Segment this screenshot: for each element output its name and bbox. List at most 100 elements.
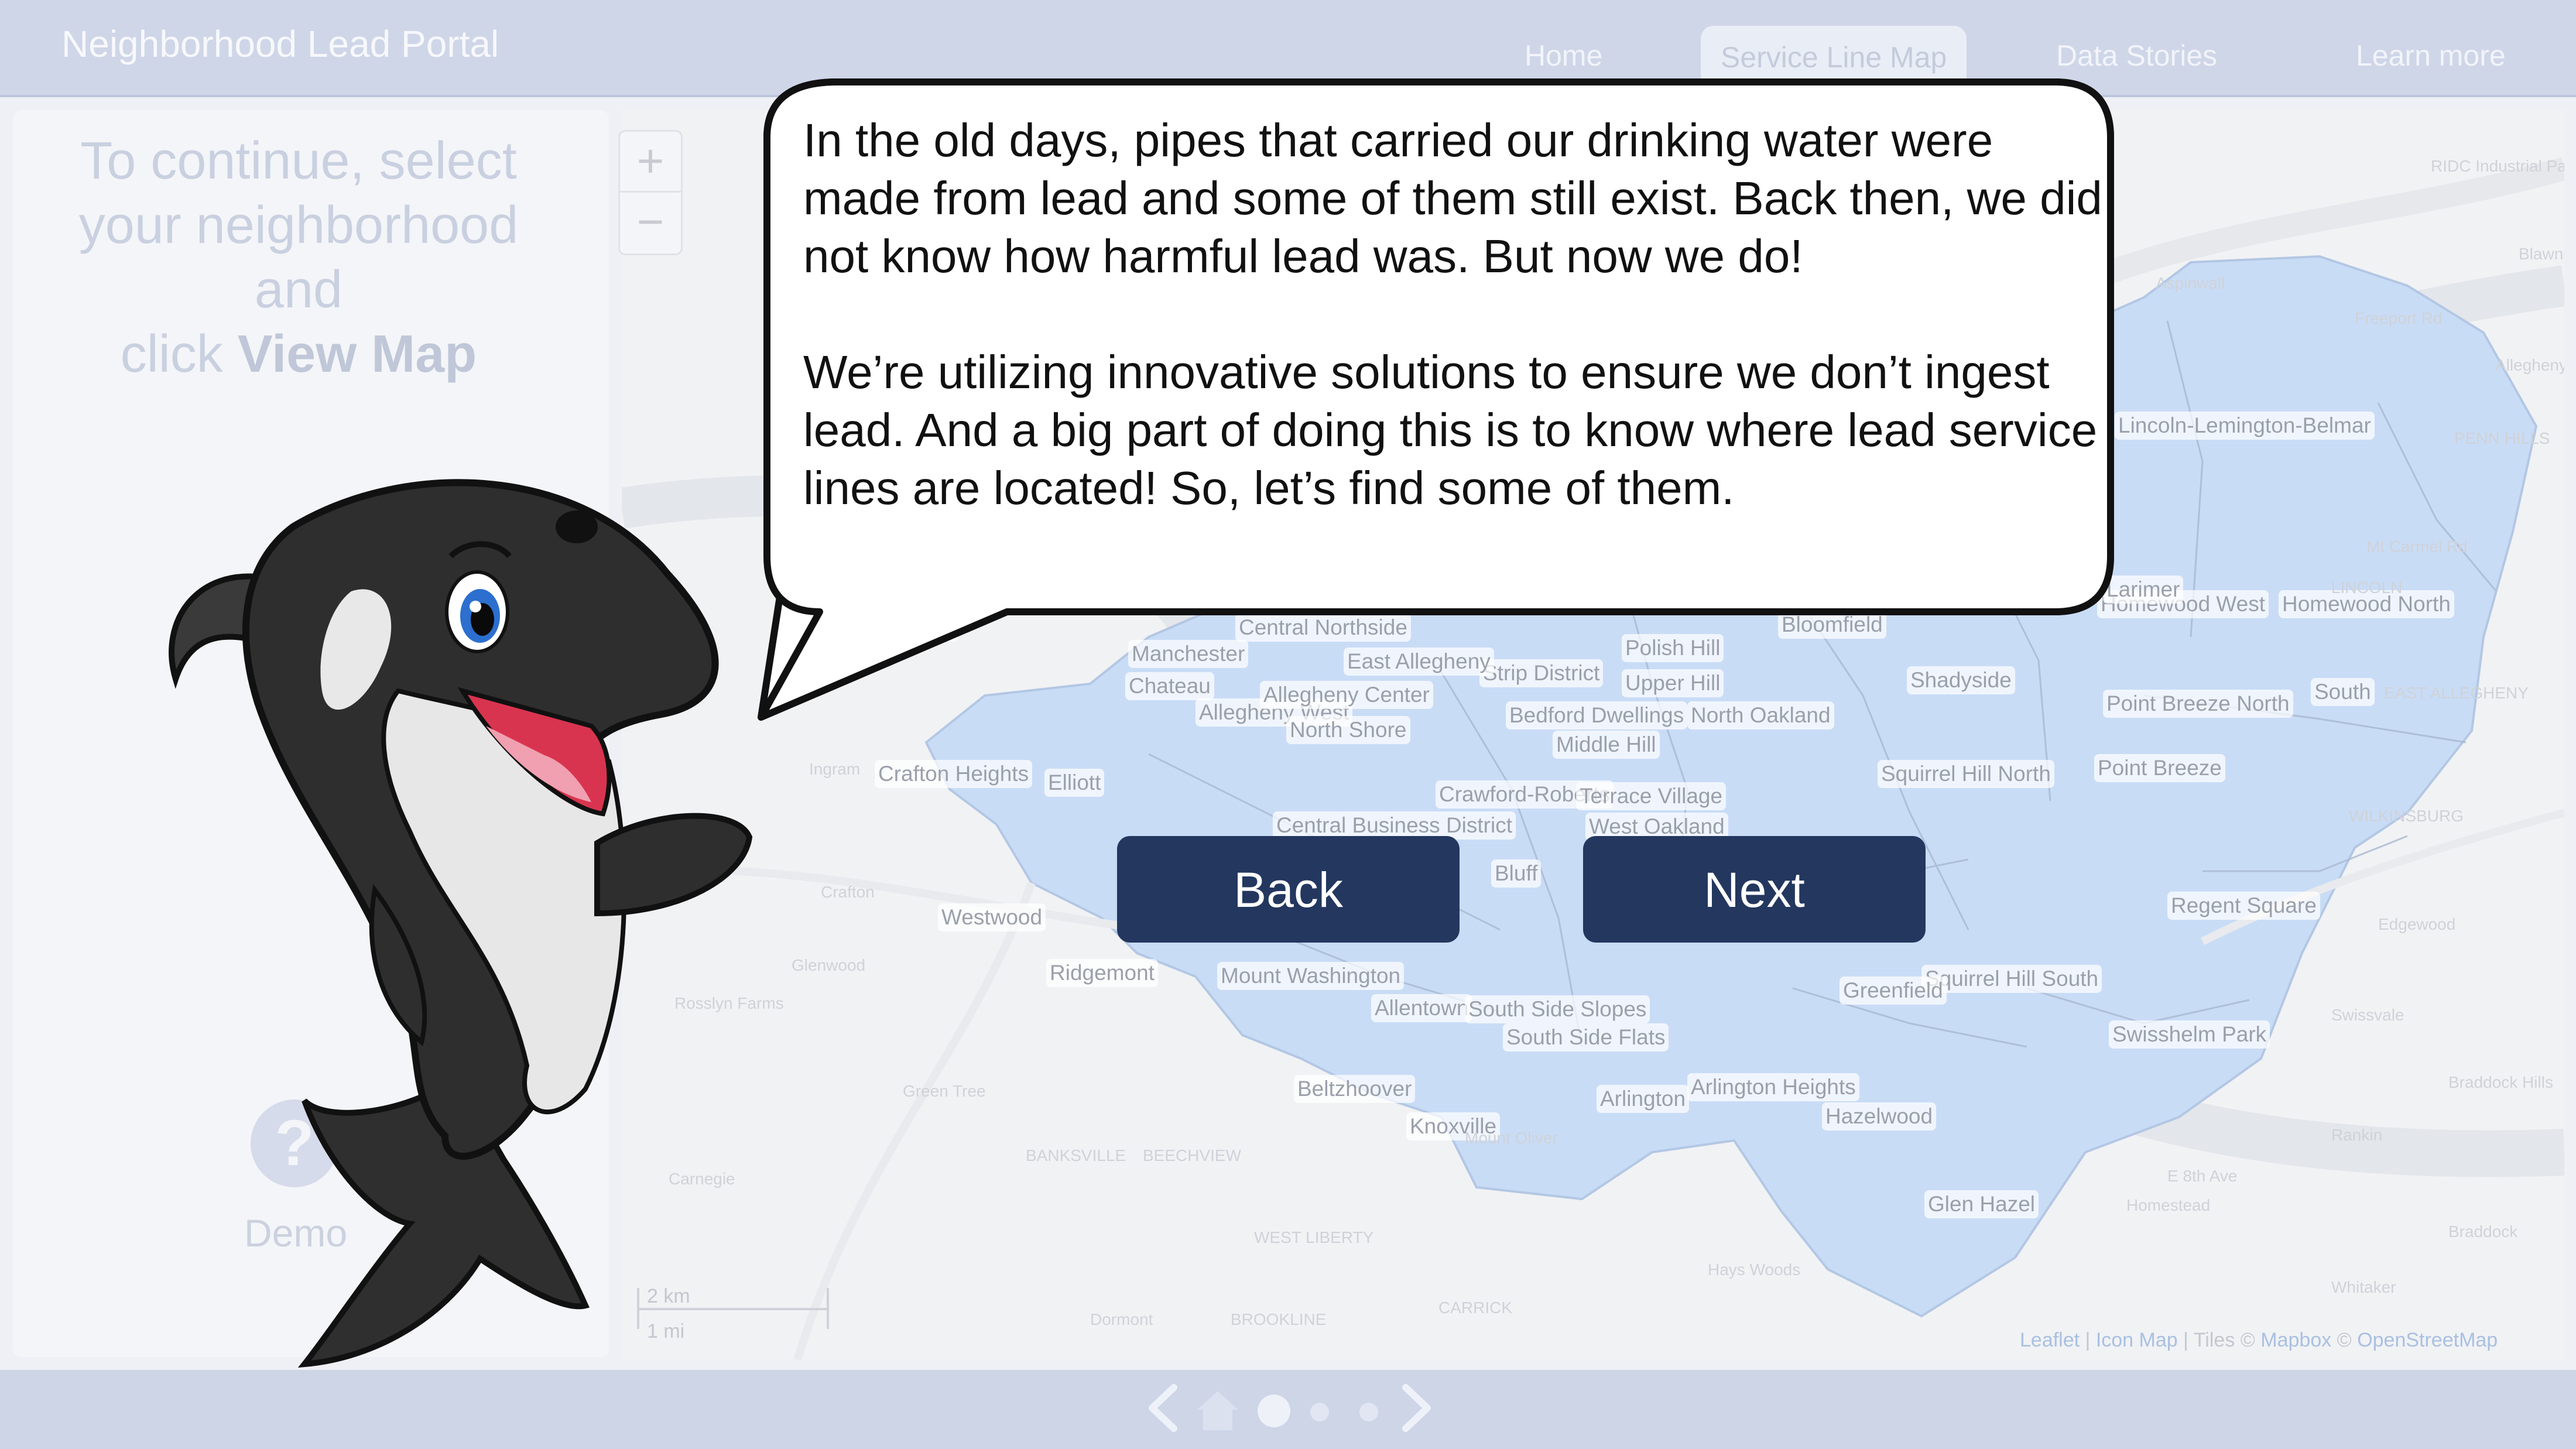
place-label: Blawnox <box>2519 245 2564 263</box>
attribution-copyright: © <box>2331 1329 2358 1351</box>
nav-home[interactable]: Home <box>1505 26 1622 85</box>
neighborhood-label[interactable]: Strip District <box>1479 659 1604 687</box>
place-label: Homestead <box>2126 1196 2211 1214</box>
dialog-paragraph-1: In the old days, pipes that carried our … <box>803 114 2102 282</box>
neighborhood-label[interactable]: Central Business District <box>1273 811 1516 840</box>
instruction-click-text: click <box>120 325 238 383</box>
zoom-in-button[interactable]: + <box>618 130 683 194</box>
place-label: Mt Carmel Rd <box>2366 537 2468 556</box>
pagination-dot-active[interactable] <box>1258 1395 1290 1427</box>
neighborhood-label[interactable]: Allentown <box>1371 994 1472 1022</box>
place-label: Crafton <box>821 883 875 901</box>
neighborhood-label[interactable]: Greenfield <box>1839 977 1947 1005</box>
place-label: PENN HILLS <box>2454 429 2550 447</box>
dialog-paragraph-2: We’re utilizing innovative solutions to … <box>803 346 2098 514</box>
place-label: Dormont <box>1090 1310 1153 1328</box>
place-label: BEECHVIEW <box>1143 1146 1242 1164</box>
place-label: EAST ALLEGHENY <box>2384 684 2529 702</box>
neighborhood-label[interactable]: Squirrel Hill South <box>1921 965 2102 993</box>
neighborhood-label[interactable]: Bedford Dwellings <box>1506 701 1688 729</box>
home-icon[interactable] <box>1191 1386 1244 1433</box>
view-map-emphasis: View Map <box>237 325 477 383</box>
neighborhood-label[interactable]: Terrace Village <box>1576 782 1727 810</box>
neighborhood-label[interactable]: Manchester <box>1128 640 1249 668</box>
neighborhood-label[interactable]: North Oakland <box>1687 701 1834 729</box>
neighborhood-label[interactable]: Middle Hill <box>1553 731 1660 759</box>
chevron-right-icon[interactable] <box>1397 1382 1438 1434</box>
next-button[interactable]: Next <box>1583 836 1926 943</box>
demo-label[interactable]: Demo <box>222 1211 369 1255</box>
neighborhood-label[interactable]: Point Breeze North <box>2103 690 2293 718</box>
place-label: RIDC Industrial Park <box>2431 157 2564 175</box>
neighborhood-label[interactable]: Esplen <box>885 614 959 642</box>
openstreetmap-link[interactable]: OpenStreetMap <box>2357 1329 2498 1351</box>
scale-km-label: 2 km <box>647 1285 690 1307</box>
place-label: Rosslyn Farms <box>674 994 784 1012</box>
neighborhood-label[interactable]: Arlington Heights <box>1687 1073 1859 1101</box>
instruction-line: your neighborhood <box>78 196 519 255</box>
scale-mi-label: 1 mi <box>647 1320 685 1342</box>
instruction-line: and <box>254 261 343 319</box>
help-question-icon[interactable]: ? <box>251 1099 338 1187</box>
neighborhood-label[interactable]: Squirrel Hill North <box>1878 760 2054 788</box>
attribution-tiles: | Tiles © <box>2177 1329 2261 1351</box>
neighborhood-label[interactable]: Swisshelm Park <box>2109 1020 2270 1049</box>
iconmap-link[interactable]: Icon Map <box>2096 1329 2178 1351</box>
mapbox-link[interactable]: Mapbox <box>2260 1329 2331 1351</box>
place-label: Aspinwall <box>2156 274 2225 292</box>
back-button[interactable]: Back <box>1117 836 1460 943</box>
neighborhood-label[interactable]: Lincoln-Lemington-Belmar <box>2115 412 2375 440</box>
instruction-line: To continue, select <box>80 132 517 190</box>
neighborhood-label[interactable]: Crafton Heights <box>875 760 1033 788</box>
neighborhood-label[interactable]: East Allegheny <box>1344 648 1494 676</box>
sidebar-instructions: To continue, select your neighborhood an… <box>35 129 562 386</box>
neighborhood-label[interactable]: Elliott <box>1044 769 1105 797</box>
place-label: Carnegie <box>669 1170 735 1188</box>
neighborhood-label[interactable]: Bluff <box>1491 859 1542 888</box>
place-label: BANKSVILLE <box>1026 1146 1126 1164</box>
nav-service-line-map[interactable]: Service Line Map <box>1701 26 1967 95</box>
place-label: Whitaker <box>2331 1278 2396 1296</box>
neighborhood-label[interactable]: North Shore <box>1286 716 1410 744</box>
neighborhood-label[interactable]: Point Breeze <box>2094 754 2225 782</box>
pagination-dot[interactable] <box>1359 1403 1378 1421</box>
neighborhood-label[interactable]: Arlington <box>1597 1085 1690 1113</box>
neighborhood-label[interactable]: South Side Flats <box>1503 1023 1669 1051</box>
place-label: Glenwood <box>792 956 866 974</box>
neighborhood-label[interactable]: Polish Hill <box>1622 634 1724 662</box>
neighborhood-label[interactable]: Glen Hazel <box>1924 1190 2039 1218</box>
app-frame: Neighborhood Lead Portal Home Service Li… <box>0 0 2576 1449</box>
neighborhood-label[interactable]: South Side Slopes <box>1465 995 1650 1023</box>
neighborhood-label[interactable]: Chateau <box>1125 672 1214 700</box>
neighborhood-label[interactable]: Shadyside <box>1907 666 2015 694</box>
neighborhood-label[interactable]: Upper Hill <box>1622 669 1724 697</box>
map-attribution: Leaflet | Icon Map | Tiles © Mapbox © Op… <box>2020 1329 2498 1352</box>
place-label: Ingram <box>809 760 861 778</box>
neighborhood-label[interactable]: Hazelwood <box>1822 1102 1937 1131</box>
pagination-dot[interactable] <box>1310 1403 1329 1421</box>
neighborhood-label[interactable]: Beltzhoover <box>1294 1075 1416 1103</box>
nav-data-stories[interactable]: Data Stories <box>2036 26 2237 85</box>
place-label: Braddock Hills <box>2448 1073 2553 1091</box>
chevron-left-icon[interactable] <box>1142 1382 1183 1434</box>
neighborhood-label[interactable]: Regent Square <box>2167 892 2320 920</box>
place-label: WEST LIBERTY <box>1254 1228 1374 1246</box>
neighborhood-label[interactable]: Bloomfield <box>1778 611 1886 639</box>
neighborhood-label[interactable]: Allegheny Center <box>1260 681 1433 709</box>
nav-learn-more[interactable]: Learn more <box>2336 26 2526 85</box>
place-label: CARRICK <box>1438 1299 1513 1317</box>
portal-title: Neighborhood Lead Portal <box>61 23 499 65</box>
neighborhood-label[interactable]: Larimer <box>2103 576 2184 604</box>
place-label: Green Tree <box>903 1082 986 1100</box>
place-label: Allegheny <box>2495 356 2564 374</box>
leaflet-link[interactable]: Leaflet <box>2020 1329 2080 1351</box>
place-label: LINCOLN <box>2331 578 2403 597</box>
place-label: Rankin <box>2331 1126 2383 1144</box>
neighborhood-label[interactable]: South <box>2311 678 2375 706</box>
neighborhood-label[interactable]: Central Northside <box>1235 614 1411 642</box>
neighborhood-label[interactable]: Mount Washington <box>1217 962 1405 990</box>
neighborhood-label[interactable]: Westwood <box>938 903 1046 931</box>
place-label: WILKINSBURG <box>2349 807 2464 825</box>
neighborhood-label[interactable]: Ridgemont <box>1046 959 1158 987</box>
zoom-out-button[interactable]: − <box>618 191 683 255</box>
